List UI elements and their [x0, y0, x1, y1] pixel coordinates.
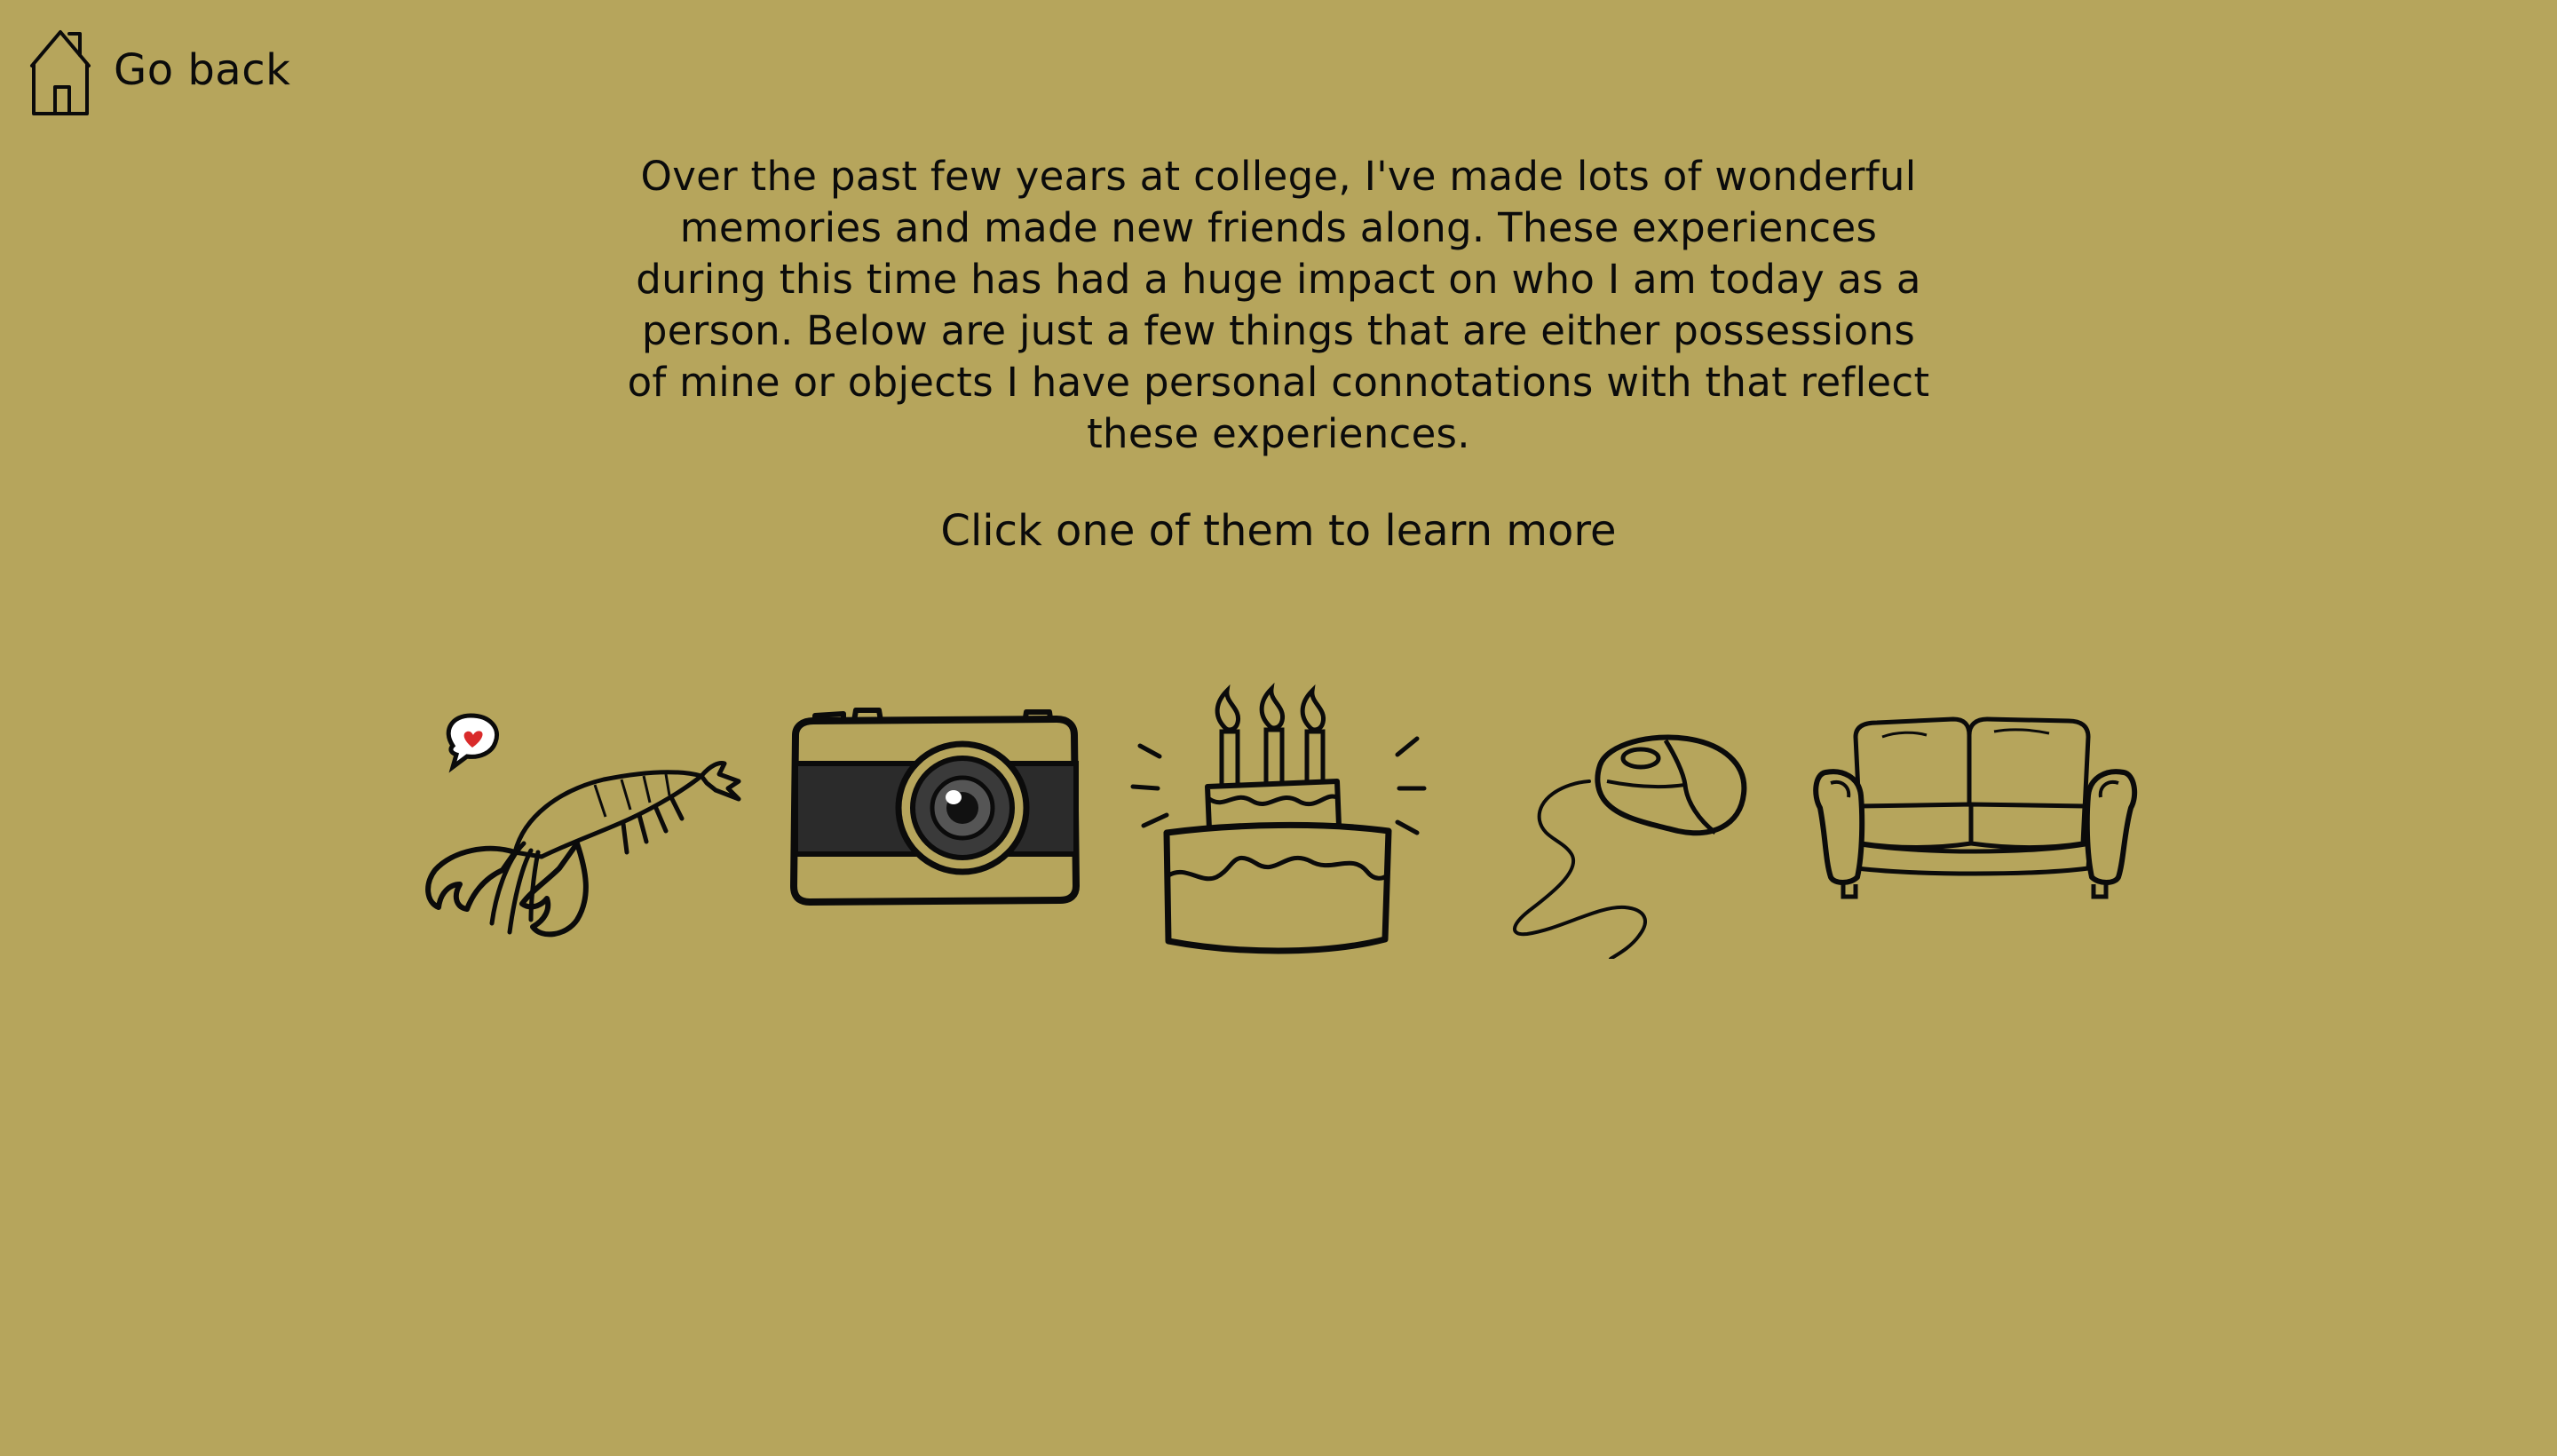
intro-paragraph: Over the past few years at college, I've…	[627, 153, 1930, 457]
couch-icon	[1813, 716, 2138, 899]
camera-object-button[interactable]	[790, 701, 1083, 914]
mouse-object-button[interactable]	[1483, 728, 1767, 959]
birthday-cake-icon	[1130, 682, 1427, 954]
house-icon	[30, 30, 91, 115]
computer-mouse-icon	[1513, 734, 1747, 959]
lobster-icon	[425, 713, 741, 938]
call-to-action: Click one of them to learn more	[940, 506, 1617, 556]
lobster-object-button[interactable]	[417, 710, 746, 950]
object-gallery	[417, 675, 2140, 977]
camera-icon	[790, 708, 1080, 906]
go-back-link[interactable]: Go back	[28, 27, 290, 119]
couch-object-button[interactable]	[1811, 710, 2140, 914]
go-back-label: Go back	[114, 45, 291, 95]
cake-object-button[interactable]	[1128, 675, 1429, 977]
